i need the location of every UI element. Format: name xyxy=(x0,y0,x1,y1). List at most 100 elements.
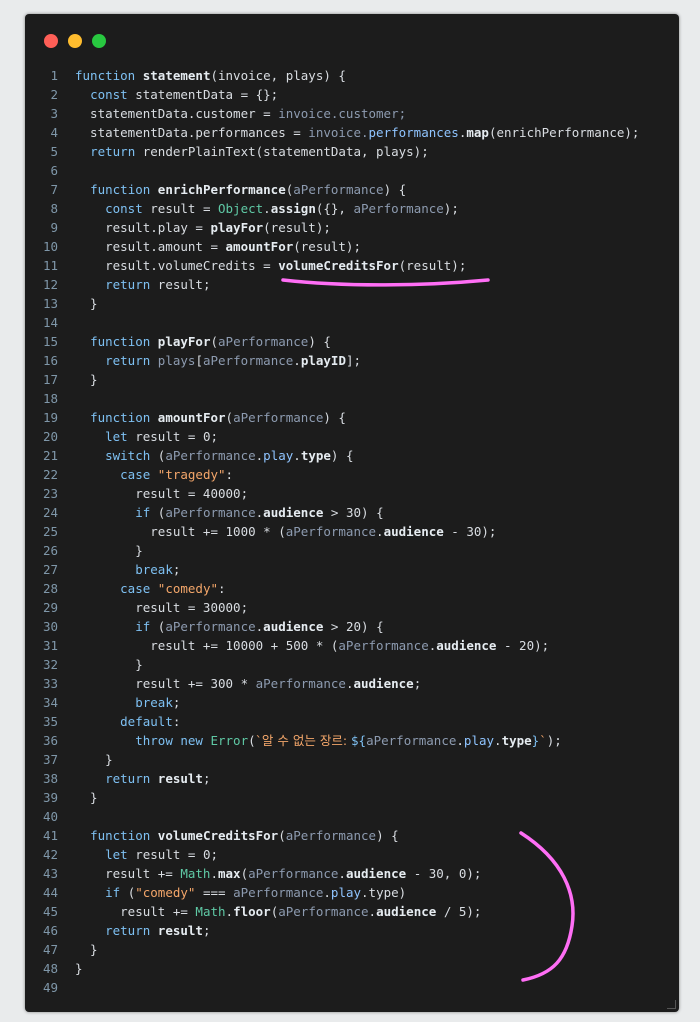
code-line: 38 return result; xyxy=(25,769,679,788)
line-text: statementData.performances = invoice.per… xyxy=(75,123,639,142)
line-number: 24 xyxy=(42,505,58,520)
code-token: statementData.performances = xyxy=(75,125,309,140)
line-text: result += 300 * aPerformance.audience; xyxy=(75,674,421,693)
code-line: 28 case "comedy": xyxy=(25,579,679,598)
code-token: : xyxy=(218,581,226,596)
code-token: ; xyxy=(172,695,181,710)
code-line: 31 result += 10000 + 500 * (aPerformance… xyxy=(25,636,679,655)
code-token: ( xyxy=(210,334,219,349)
close-button[interactable] xyxy=(44,34,58,48)
code-token: aPerformance xyxy=(285,828,377,843)
code-token: performances xyxy=(368,125,459,140)
code-line: 4 statementData.performances = invoice.p… xyxy=(25,123,679,142)
code-token: (enrichPerformance); xyxy=(488,125,640,140)
code-line: 37 } xyxy=(25,750,679,769)
line-text: const statementData = {}; xyxy=(75,85,278,104)
line-text: } xyxy=(75,940,98,959)
code-token: : xyxy=(172,714,181,729)
line-number: 28 xyxy=(42,581,58,596)
line-number: 5 xyxy=(50,144,58,159)
code-token: Math xyxy=(180,866,211,881)
code-token: result xyxy=(157,771,203,786)
line-number: 29 xyxy=(42,600,58,615)
minimize-button[interactable] xyxy=(68,34,82,48)
code-token: assign xyxy=(270,201,316,216)
line-number: 11 xyxy=(42,258,58,273)
code-line: 5 return renderPlainText(statementData, … xyxy=(25,142,679,161)
line-number: 41 xyxy=(42,828,58,843)
code-token: ({}, xyxy=(315,201,354,216)
code-token: result += 10000 + 500 * ( xyxy=(75,638,339,653)
line-number: 23 xyxy=(42,486,58,501)
code-token: } xyxy=(75,657,143,672)
code-token: default xyxy=(120,714,173,729)
code-line: 35 default: xyxy=(25,712,679,731)
line-number: 26 xyxy=(42,543,58,558)
code-line: 40 xyxy=(25,807,679,826)
code-token: - 30, 0); xyxy=(406,866,482,881)
line-text: } xyxy=(75,788,98,807)
code-token: } xyxy=(75,752,113,767)
code-token: return xyxy=(105,353,158,368)
line-number: 48 xyxy=(42,961,58,976)
line-number: 8 xyxy=(50,201,58,216)
code-token: ); xyxy=(546,733,562,748)
code-token: . xyxy=(376,524,384,539)
line-number: 13 xyxy=(42,296,58,311)
code-token: aPerformance xyxy=(233,410,324,425)
code-token: ); xyxy=(443,201,459,216)
code-token: break xyxy=(135,695,173,710)
code-token: - 20); xyxy=(496,638,550,653)
maximize-button[interactable] xyxy=(92,34,106,48)
code-token: ` xyxy=(539,733,547,748)
code-token: aPerformance xyxy=(233,885,324,900)
code-line: 16 return plays[aPerformance.playID]; xyxy=(25,351,679,370)
line-number: 36 xyxy=(42,733,58,748)
code-line: 17 } xyxy=(25,370,679,389)
line-text: result += Math.max(aPerformance.audience… xyxy=(75,864,481,883)
code-token: ; xyxy=(202,923,211,938)
code-line: 48} xyxy=(25,959,679,978)
code-token: result = 0; xyxy=(135,847,219,862)
code-line: 24 if (aPerformance.audience > 30) { xyxy=(25,503,679,522)
line-text: result = 40000; xyxy=(75,484,248,503)
code-token: Object xyxy=(218,201,264,216)
code-token: aPerformance xyxy=(278,904,369,919)
code-token: aPerformance xyxy=(218,334,309,349)
resize-handle[interactable] xyxy=(667,1000,676,1009)
line-number: 9 xyxy=(50,220,58,235)
code-token: if xyxy=(105,885,128,900)
code-token: aPerformance xyxy=(255,676,346,691)
code-line: 21 switch (aPerformance.play.type) { xyxy=(25,446,679,465)
code-line: 12 return result; xyxy=(25,275,679,294)
line-number: 14 xyxy=(42,315,58,330)
code-token: invoice. xyxy=(308,125,369,140)
code-token: case xyxy=(120,467,158,482)
line-text: result += 10000 + 500 * (aPerformance.au… xyxy=(75,636,549,655)
code-token: . xyxy=(338,866,346,881)
line-text: } xyxy=(75,750,113,769)
line-number: 22 xyxy=(42,467,58,482)
code-token: audience xyxy=(436,638,497,653)
line-text: return plays[aPerformance.playID]; xyxy=(75,351,361,370)
line-number: 2 xyxy=(50,87,58,102)
line-text: } xyxy=(75,655,143,674)
line-number: 27 xyxy=(42,562,58,577)
code-line: 10 result.amount = amountFor(result); xyxy=(25,237,679,256)
code-token: if xyxy=(135,619,158,634)
line-number: 12 xyxy=(42,277,58,292)
code-token: > 20) { xyxy=(323,619,384,634)
code-line: 7 function enrichPerformance(aPerformanc… xyxy=(25,180,679,199)
code-token: Math xyxy=(195,904,226,919)
code-token: const xyxy=(105,201,151,216)
line-text: return result; xyxy=(75,921,210,940)
